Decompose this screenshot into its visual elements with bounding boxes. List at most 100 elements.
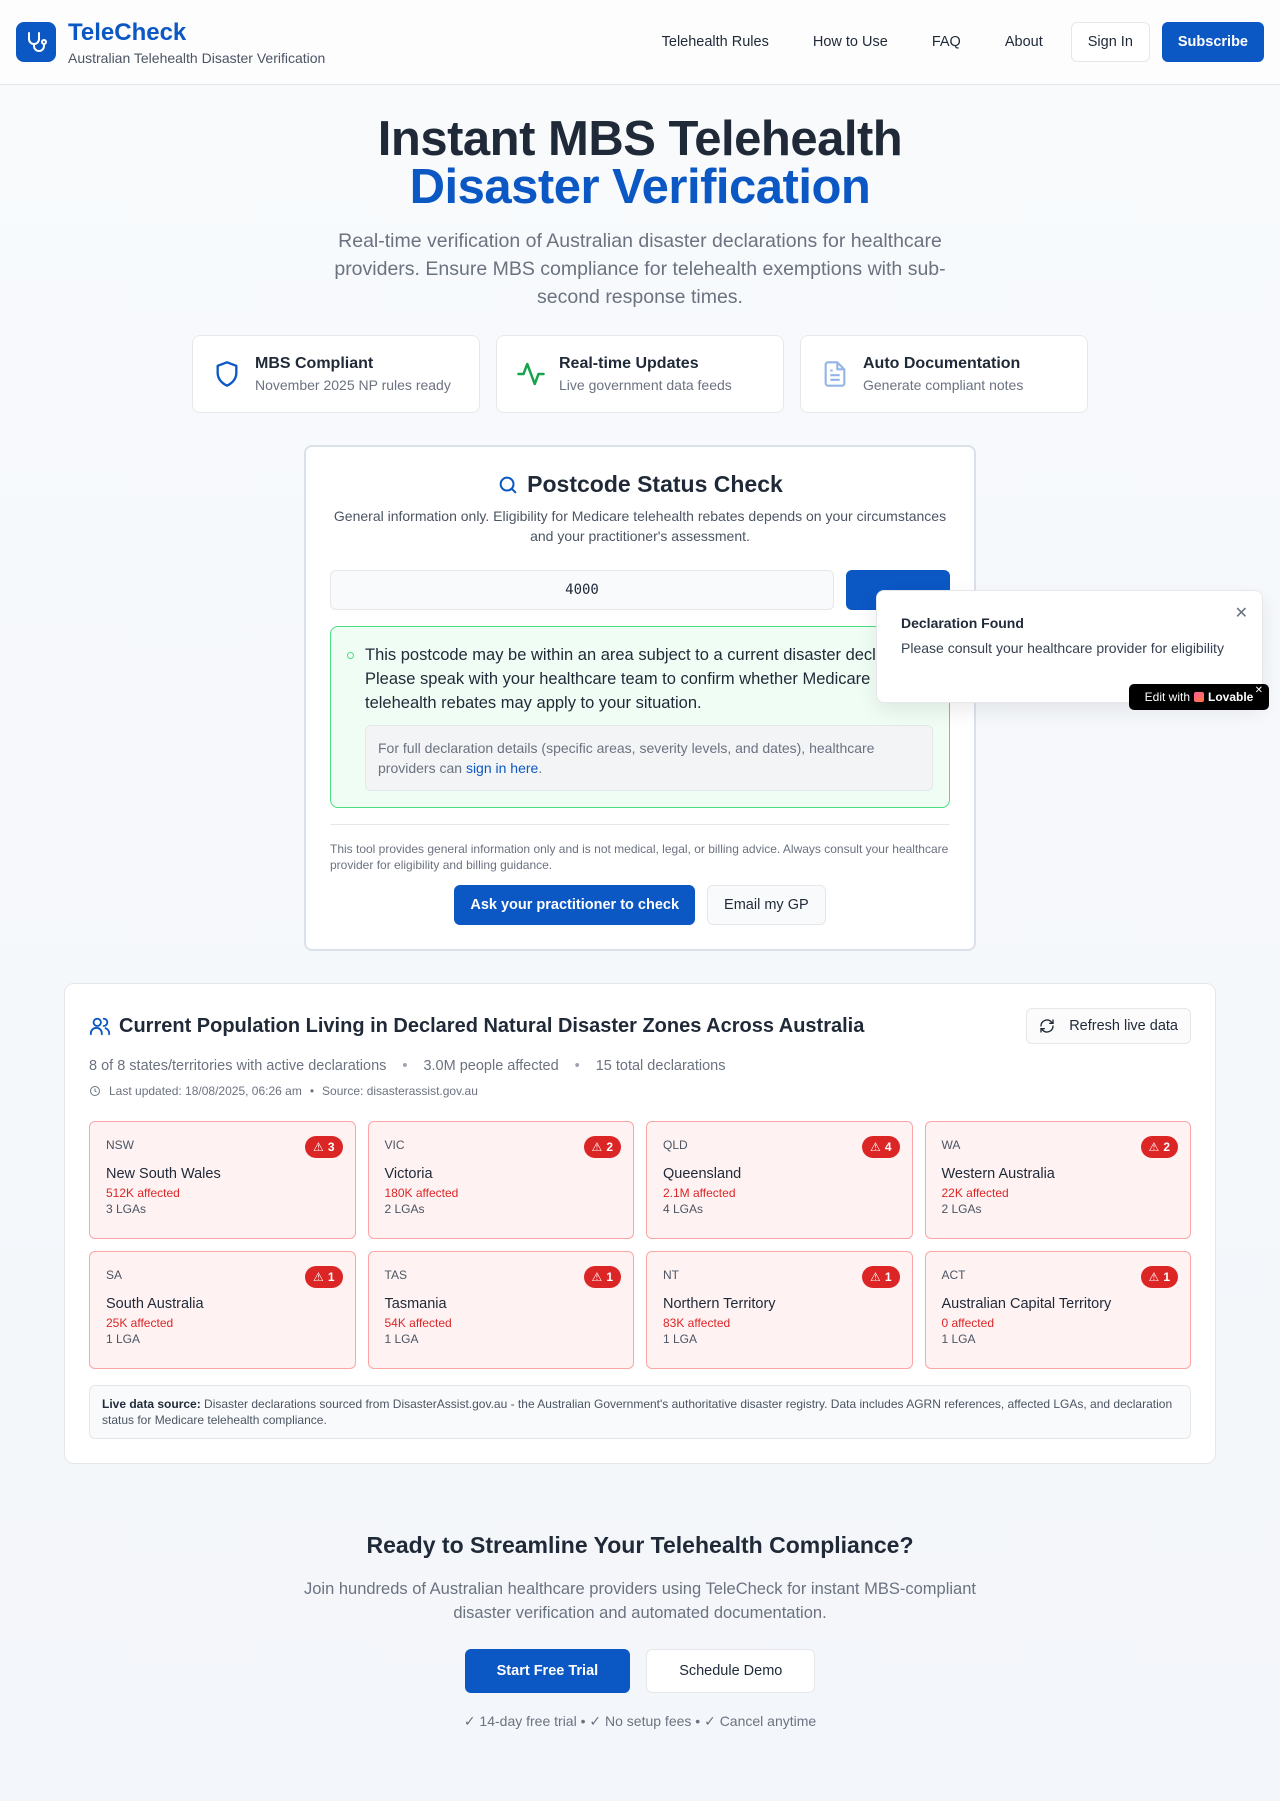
refresh-button[interactable]: Refresh live data — [1026, 1008, 1191, 1044]
refresh-label: Refresh live data — [1069, 1018, 1178, 1034]
close-icon[interactable]: ✕ — [1235, 603, 1248, 623]
result-note: For full declaration details (specific a… — [365, 725, 933, 791]
state-affected: 25K affected — [106, 1316, 174, 1330]
state-card-tas[interactable]: TAS ⚠ 1 Tasmania 54K affected 1 LGA — [367, 1251, 634, 1369]
cta-note: ✓ 14-day free trial • ✓ No setup fees • … — [463, 1713, 817, 1729]
schedule-demo-button[interactable]: Schedule Demo — [646, 1649, 816, 1693]
state-code: WA — [941, 1138, 961, 1152]
nav-about[interactable]: About — [983, 34, 1065, 50]
state-affected: 180K affected — [384, 1186, 459, 1200]
state-affected: 512K affected — [106, 1186, 180, 1200]
alert-triangle-icon: ⚠ — [1148, 1270, 1160, 1284]
toast-message: Please consult your healthcare provider … — [901, 640, 1224, 656]
feature-cards: MBS Compliant November 2025 NP rules rea… — [0, 335, 1280, 413]
feature-subtitle: Generate compliant notes — [863, 377, 1024, 393]
declaration-badge: ⚠ 2 — [1140, 1136, 1178, 1158]
declaration-badge: ⚠ 1 — [583, 1266, 621, 1288]
hero-title-line1: Instant MBS Telehealth — [377, 112, 903, 166]
stat-states: 8 of 8 states/territories with active de… — [89, 1058, 387, 1074]
sign-in-link[interactable]: sign in here — [466, 760, 538, 776]
state-card-vic[interactable]: VIC ⚠ 2 Victoria 180K affected 2 LGAs — [367, 1121, 634, 1239]
state-name: Northern Territory — [663, 1296, 776, 1312]
declaration-badge: ⚠ 4 — [862, 1136, 900, 1158]
separator: • — [309, 1084, 315, 1098]
alert-triangle-icon: ⚠ — [870, 1140, 881, 1154]
data-source: Source: disasterassist.gov.au — [322, 1084, 478, 1098]
state-affected: 0 affected — [941, 1316, 995, 1330]
state-card-wa[interactable]: WA ⚠ 2 Western Australia 22K affected 2 L… — [924, 1121, 1191, 1239]
state-name: Western Australia — [941, 1166, 1055, 1182]
state-lgas: 4 LGAs — [663, 1202, 704, 1216]
result-note-suffix: . — [538, 760, 543, 776]
state-code: VIC — [384, 1138, 405, 1152]
brand[interactable]: TeleCheck Australian Telehealth Disaster… — [68, 19, 325, 66]
separator: • — [574, 1058, 580, 1074]
postcode-input-row — [330, 570, 950, 610]
state-grid: NSW ⚠ 3 New South Wales 512K affected 3 L… — [89, 1121, 1191, 1369]
search-icon — [499, 476, 517, 493]
main-nav: Telehealth Rules How to Use FAQ About Si… — [640, 22, 1264, 62]
state-name: Australian Capital Territory — [941, 1296, 1112, 1312]
population-title-text: Current Population Living in Declared Na… — [119, 1014, 865, 1037]
subscribe-button[interactable]: Subscribe — [1161, 22, 1264, 62]
nav-faq[interactable]: FAQ — [910, 34, 983, 50]
state-card-nt[interactable]: NT ⚠ 1 Northern Territory 83K affected 1 … — [646, 1251, 913, 1369]
declaration-count: 2 — [606, 1140, 613, 1154]
divider — [330, 824, 950, 825]
hero-title-line2: Disaster Verification — [409, 160, 871, 214]
cta-section: Ready to Streamline Your Telehealth Comp… — [0, 1532, 1280, 1730]
users-icon — [89, 1017, 111, 1036]
cta-description: Join hundreds of Australian healthcare p… — [304, 1580, 976, 1622]
feature-card-realtime: Real-time Updates Live government data f… — [496, 335, 784, 413]
email-gp-button[interactable]: Email my GP — [707, 885, 826, 925]
stethoscope-icon[interactable] — [16, 22, 56, 62]
declaration-count: 1 — [327, 1270, 335, 1284]
site-header: TeleCheck Australian Telehealth Disaster… — [0, 0, 1280, 85]
cta-title: Ready to Streamline Your Telehealth Comp… — [366, 1532, 914, 1558]
state-lgas: 1 LGA — [663, 1332, 698, 1346]
lovable-prefix: Edit with — [1144, 690, 1190, 704]
source-label: Live data source: — [102, 1397, 201, 1411]
nav-telehealth-rules[interactable]: Telehealth Rules — [640, 34, 791, 50]
cta-buttons: Start Free Trial Schedule Demo — [0, 1649, 1280, 1693]
close-icon[interactable]: ✕ — [1255, 685, 1263, 696]
lovable-heart-icon — [1194, 692, 1204, 702]
feature-card-docs: Auto Documentation Generate compliant no… — [800, 335, 1088, 413]
state-name: Queensland — [663, 1166, 742, 1182]
population-card: Current Population Living in Declared Na… — [64, 983, 1216, 1464]
live-data-source-note: Live data source: Disaster declarations … — [89, 1385, 1191, 1439]
lovable-brand: Lovable — [1208, 690, 1254, 704]
start-free-trial-button[interactable]: Start Free Trial — [464, 1649, 631, 1693]
state-card-qld[interactable]: QLD ⚠ 4 Queensland 2.1M affected 4 LGAs — [646, 1121, 913, 1239]
state-card-sa[interactable]: SA ⚠ 1 South Australia 25K affected 1 LGA — [89, 1251, 356, 1369]
brand-name[interactable]: TeleCheck — [68, 19, 325, 47]
check-title-text: Postcode Status Check — [527, 471, 783, 497]
postcode-input[interactable] — [330, 570, 834, 610]
hero-title: Instant MBS Telehealth Disaster Verifica… — [0, 112, 1280, 214]
activity-icon — [515, 358, 547, 390]
state-card-nsw[interactable]: NSW ⚠ 3 New South Wales 512K affected 3 L… — [89, 1121, 356, 1239]
state-lgas: 1 LGA — [384, 1332, 419, 1346]
sign-in-button[interactable]: Sign In — [1070, 22, 1150, 62]
alert-triangle-icon: ⚠ — [591, 1270, 603, 1284]
declaration-badge: ⚠ 1 — [305, 1266, 343, 1288]
feature-title: Auto Documentation — [863, 355, 1021, 372]
state-code: ACT — [941, 1268, 966, 1282]
declaration-count: 2 — [1163, 1140, 1170, 1154]
state-code: TAS — [384, 1268, 407, 1282]
declaration-badge: ⚠ 1 — [1140, 1266, 1178, 1288]
state-card-act[interactable]: ACT ⚠ 1 Australian Capital Territory 0 af… — [924, 1251, 1191, 1369]
result-panel: This postcode may be within an area subj… — [330, 626, 950, 808]
declaration-badge: ⚠ 3 — [305, 1136, 343, 1158]
separator: • — [402, 1058, 408, 1074]
check-description: General information only. Eligibility fo… — [333, 508, 947, 544]
action-row: Ask your practitioner to check Email my … — [330, 885, 950, 925]
declaration-count: 4 — [884, 1140, 892, 1154]
result-text: This postcode may be within an area subj… — [365, 646, 931, 712]
alert-triangle-icon: ⚠ — [591, 1140, 603, 1154]
clock-icon — [90, 1086, 100, 1096]
ask-practitioner-button[interactable]: Ask your practitioner to check — [454, 885, 696, 925]
nav-how-to-use[interactable]: How to Use — [791, 34, 910, 50]
edit-with-lovable-badge[interactable]: Edit with Lovable ✕ — [1129, 684, 1269, 710]
feature-subtitle: Live government data feeds — [559, 377, 732, 393]
